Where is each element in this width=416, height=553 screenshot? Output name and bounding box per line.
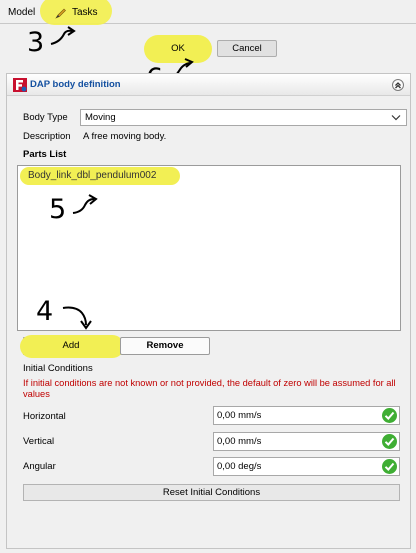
horizontal-input[interactable]: 0,00 mm/s: [213, 406, 400, 425]
pencil-icon: [55, 8, 66, 19]
panel-title: DAP body definition: [30, 79, 121, 90]
reset-initial-conditions-button[interactable]: Reset Initial Conditions: [23, 484, 400, 501]
chevron-down-icon: [391, 115, 401, 121]
vertical-value: 0,00 mm/s: [217, 436, 262, 447]
annotation-step-3: 3: [27, 27, 45, 58]
annotation-step-4: 4: [36, 296, 54, 327]
angular-input[interactable]: 0,00 deg/s: [213, 457, 400, 476]
chevron-up-icon: [395, 82, 401, 89]
tab-tasks-label: Tasks: [72, 7, 98, 18]
list-item[interactable]: Body_link_dbl_pendulum002: [28, 168, 156, 184]
annotation-step-5: 5: [49, 194, 67, 225]
body-type-select[interactable]: Moving: [80, 109, 407, 126]
body-type-label: Body Type: [23, 112, 68, 123]
initial-conditions-warning: If initial conditions are not known or n…: [23, 378, 396, 399]
cancel-button[interactable]: Cancel: [217, 40, 277, 57]
angular-label: Angular: [23, 461, 56, 472]
check-icon: [382, 408, 397, 423]
angular-value: 0,00 deg/s: [217, 461, 262, 472]
panel-header: DAP body definition: [7, 74, 410, 96]
combo-view-tabbar: Model Tasks: [0, 0, 416, 25]
description-label: Description: [23, 131, 71, 142]
vertical-label: Vertical: [23, 436, 55, 447]
add-button-label: Add: [62, 340, 80, 351]
tab-model[interactable]: Model: [8, 3, 35, 22]
horizontal-label: Horizontal: [23, 411, 66, 422]
freecad-logo-icon: [13, 78, 27, 92]
parts-list-label: Parts List: [23, 149, 67, 160]
annotation-arrow-4: [62, 306, 92, 330]
check-icon: [382, 434, 397, 449]
horizontal-value: 0,00 mm/s: [217, 410, 262, 421]
ok-button-label: OK: [171, 43, 185, 54]
initial-conditions-label: Initial Conditions: [23, 363, 93, 374]
check-icon: [382, 459, 397, 474]
annotation-arrow-3: [50, 26, 76, 45]
remove-button[interactable]: Remove: [120, 337, 210, 355]
collapse-panel-button[interactable]: [392, 79, 404, 91]
add-button[interactable]: Add: [20, 335, 124, 358]
body-type-value: Moving: [85, 112, 116, 123]
vertical-input[interactable]: 0,00 mm/s: [213, 432, 400, 451]
tab-tasks[interactable]: Tasks: [40, 0, 112, 25]
ok-button[interactable]: OK: [144, 35, 212, 63]
annotation-arrow-5: [72, 194, 98, 214]
description-value: A free moving body.: [83, 131, 167, 142]
